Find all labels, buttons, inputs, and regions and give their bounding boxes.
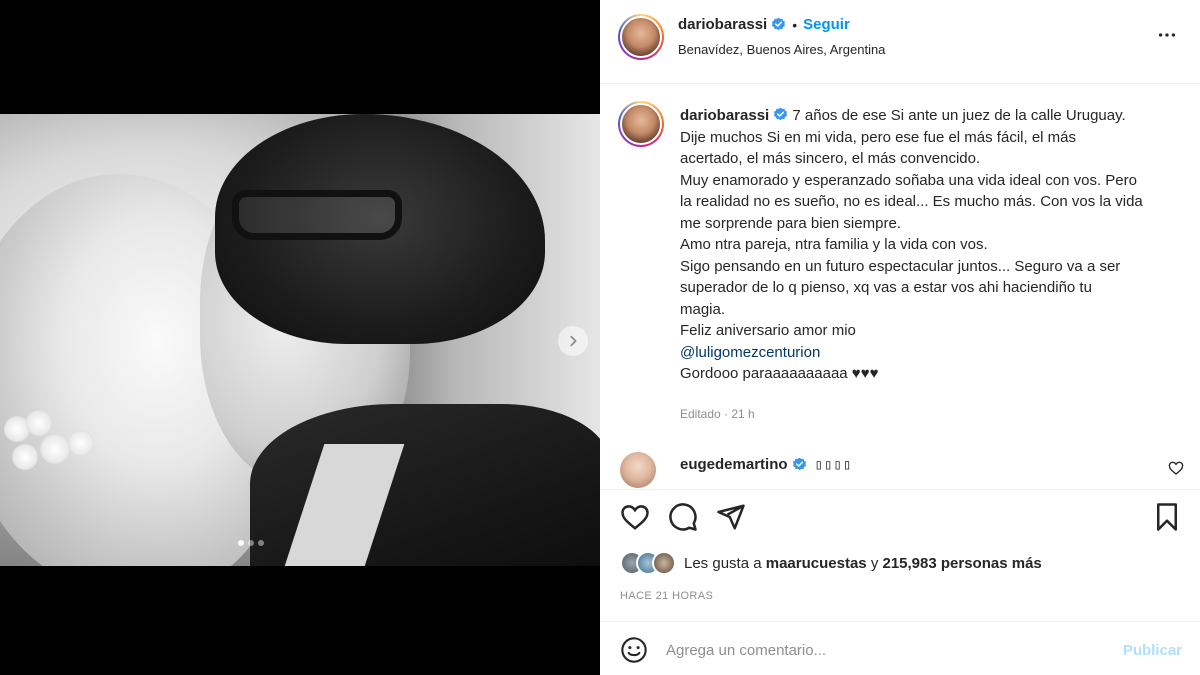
post-caption: dariobarassi 7 años de ese Si ante un ju… [680, 105, 1180, 385]
likes-text: Les gusta a maarucuestas y 215,983 perso… [684, 555, 1042, 572]
caption-edited-timestamp: Editado · 21 h [680, 407, 755, 421]
comments-area: dariobarassi 7 años de ese Si ante un ju… [600, 85, 1200, 490]
comment-icon [669, 503, 697, 531]
comment-input[interactable] [666, 636, 1106, 664]
caption-line: la realidad no es sueño, no es ideal... … [680, 193, 1143, 210]
carousel-dot-active [238, 540, 244, 546]
commenter-username[interactable]: eugedemartino [680, 456, 788, 473]
comment-item: eugedemartino ▯▯▯▯ [600, 450, 1200, 488]
likes-count-link[interactable]: 215,983 personas más [882, 555, 1041, 572]
caption-line: superador de lo q pienso, xq vas a estar… [680, 279, 1092, 296]
post-actions [600, 496, 1200, 540]
comment-text: ▯▯▯▯ [814, 456, 853, 473]
commenter-avatar[interactable] [620, 452, 656, 488]
save-icon [1157, 503, 1177, 531]
save-button[interactable] [1152, 502, 1182, 532]
caption-author-avatar[interactable] [618, 101, 664, 147]
comment-content: eugedemartino ▯▯▯▯ [680, 456, 852, 473]
chevron-right-icon [570, 335, 577, 347]
caption-line: Dije muchos Si en mi vida, pero ese fue … [680, 128, 1076, 146]
emoji-icon[interactable] [620, 636, 648, 664]
caption-line: magia. [680, 300, 726, 318]
post-location[interactable]: Benavídez, Buenos Aires, Argentina [678, 42, 885, 57]
caption-line: Feliz aniversario amor mio [680, 322, 856, 339]
header-separator: • [792, 16, 798, 33]
liker-avatar[interactable] [652, 551, 676, 575]
carousel-dot [248, 540, 254, 546]
caption-line: me sorprende para bien siempre. [680, 214, 901, 232]
verified-badge-icon [792, 457, 806, 471]
carousel-next-button[interactable] [558, 326, 588, 356]
publish-button[interactable]: Publicar [1123, 642, 1182, 659]
more-options-icon[interactable] [1156, 24, 1178, 46]
caption-line: Muy enamorado y esperanzado soñaba una v… [680, 171, 1137, 189]
verified-badge-icon [772, 17, 786, 31]
author-avatar[interactable] [618, 14, 664, 60]
carousel-indicator [238, 540, 264, 546]
caption-first-line: dariobarassi 7 años de ese Si ante un ju… [680, 105, 1180, 127]
comment-button[interactable] [668, 502, 698, 532]
like-icon [621, 505, 649, 530]
caption-line: Amo ntra pareja, ntra familia y la vida … [680, 236, 988, 253]
carousel-dot [258, 540, 264, 546]
likes-prefix: Les gusta a [684, 554, 762, 572]
likes-middle: y [870, 554, 879, 572]
caption-line: Sigo pensando en un futuro espectacular … [680, 257, 1121, 275]
likes-summary: Les gusta a maarucuestas y 215,983 perso… [620, 550, 1042, 576]
comment-like-icon[interactable] [1168, 460, 1184, 476]
post-header: dariobarassi • Seguir Benavídez, Buenos … [600, 0, 1200, 84]
share-button[interactable] [716, 502, 746, 532]
post-side-panel: dariobarassi • Seguir Benavídez, Buenos … [600, 0, 1200, 675]
caption-line: acertado, el más sincero, el más convenc… [680, 150, 981, 167]
caption-line: Gordooo paraaaaaaaaaa ♥♥♥ [680, 365, 879, 382]
follow-button[interactable]: Seguir [803, 16, 850, 33]
share-icon [717, 504, 745, 530]
caption-mention-link[interactable]: @luligomezcenturion [680, 342, 1180, 364]
photo-flower-crown [4, 410, 114, 480]
post-time[interactable]: HACE 21 HORAS [620, 590, 713, 602]
add-comment-bar: Publicar [600, 621, 1200, 675]
like-button[interactable] [620, 502, 650, 532]
verified-badge-icon [774, 107, 788, 121]
post-photo[interactable] [0, 114, 600, 566]
author-username[interactable]: dariobarassi [678, 16, 767, 33]
post-media [0, 0, 600, 675]
header-author-row: dariobarassi • Seguir [678, 16, 850, 33]
caption-line: 7 años de ese Si ante un juez de la call… [792, 107, 1126, 124]
likes-user-link[interactable]: maarucuestas [766, 555, 867, 572]
photo-man-glasses [232, 190, 402, 240]
caption-author-username[interactable]: dariobarassi [680, 107, 769, 124]
